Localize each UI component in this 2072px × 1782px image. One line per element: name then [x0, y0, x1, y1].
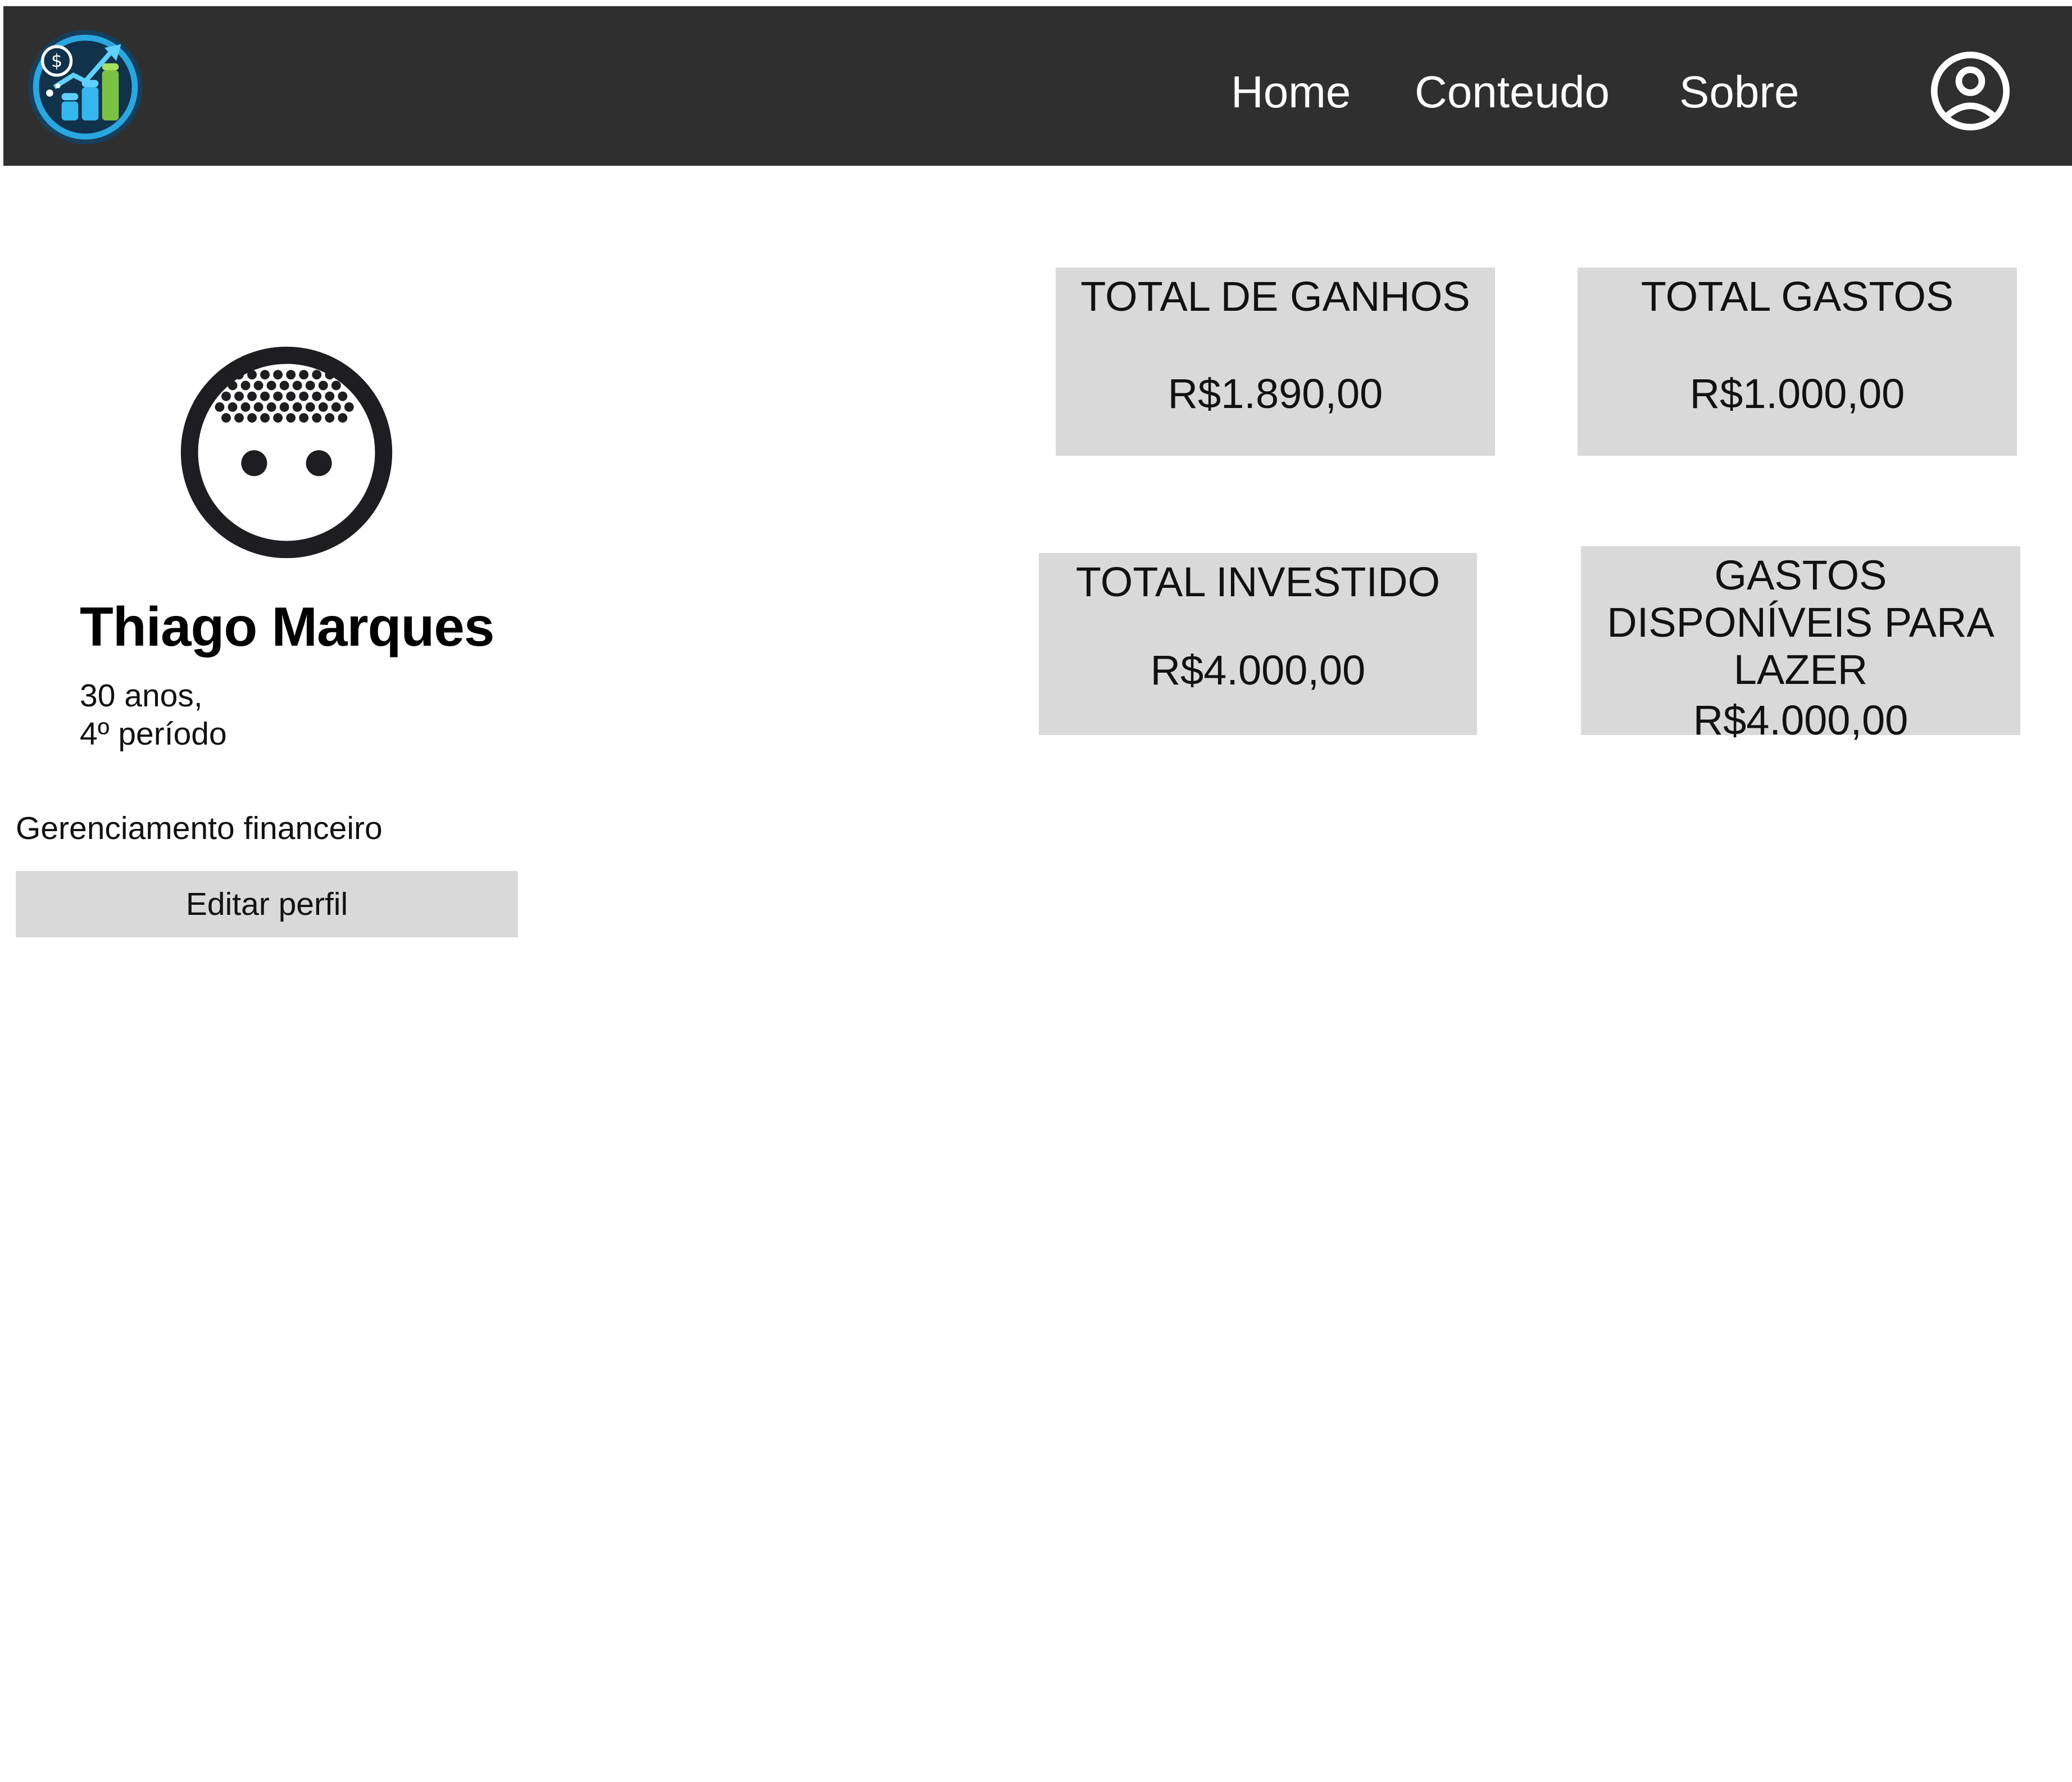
nav-link-home[interactable]: Home: [1231, 65, 1351, 119]
edit-profile-button[interactable]: Editar perfil: [16, 871, 518, 937]
total-ganhos-card: TOTAL DE GANHOS R$1.890,00: [1056, 267, 1495, 456]
total-gastos-card: TOTAL GASTOS R$1.000,00: [1578, 267, 2017, 456]
total-investido-card: TOTAL INVESTIDO R$4.000,00: [1039, 553, 1477, 735]
finance-growth-logo-icon[interactable]: $: [26, 28, 145, 147]
profile-name: Thiago Marques: [80, 596, 494, 658]
gastos-lazer-card: GASTOS DISPONÍVEIS PARA LAZER R$4.000,00: [1581, 546, 2020, 743]
total-ganhos-value: R$1.890,00: [1167, 370, 1383, 417]
total-gastos-label: TOTAL GASTOS: [1641, 273, 1954, 320]
gastos-lazer-value: R$4.000,00: [1693, 697, 1909, 743]
total-investido-value: R$4.000,00: [1150, 647, 1366, 693]
nav-link-sobre[interactable]: Sobre: [1679, 65, 1799, 119]
nav-link-conteudo[interactable]: Conteudo: [1415, 65, 1610, 119]
user-circle-icon[interactable]: [1929, 50, 2011, 132]
gastos-lazer-label: GASTOS DISPONÍVEIS PARA LAZER: [1607, 552, 1994, 693]
profile-age: 30 anos,: [80, 678, 203, 714]
total-gastos-value: R$1.000,00: [1689, 370, 1905, 417]
total-ganhos-label: TOTAL DE GANHOS: [1080, 273, 1470, 320]
navbar: $ Home Conteudo Sobre: [3, 6, 2072, 166]
profile-meta: 30 anos, 4º período: [80, 677, 227, 753]
avatar-face-icon: [179, 344, 394, 560]
svg-text:$: $: [51, 51, 62, 71]
profile-description: Gerenciamento financeiro: [16, 810, 383, 846]
profile-period: 4º período: [80, 716, 227, 752]
total-investido-label: TOTAL INVESTIDO: [1075, 559, 1441, 605]
